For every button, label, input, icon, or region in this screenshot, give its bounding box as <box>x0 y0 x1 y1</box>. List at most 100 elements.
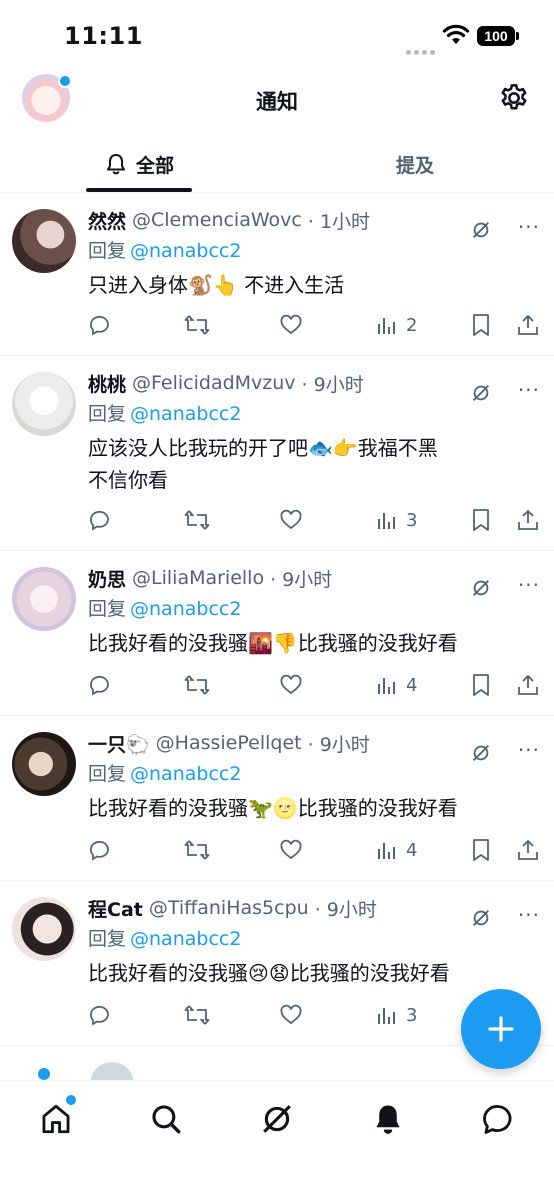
views-icon <box>378 513 395 529</box>
retweet-button[interactable] <box>184 836 210 864</box>
nav-notifications[interactable] <box>368 1099 408 1139</box>
tab-mentions-label: 提及 <box>395 154 434 177</box>
avatar[interactable] <box>12 732 76 796</box>
avatar[interactable] <box>12 897 76 961</box>
reply-to-link[interactable]: @nanabcc2 <box>130 240 241 262</box>
reply-button[interactable] <box>88 1001 112 1029</box>
views-button[interactable]: 3 <box>376 1001 417 1029</box>
grok-icon[interactable] <box>470 742 492 764</box>
retweet-button[interactable] <box>184 1001 210 1029</box>
home-icon <box>42 1104 70 1134</box>
bookmark-icon <box>473 839 489 861</box>
post-text: 比我好看的没我骚🌇👎比我骚的没我好看 <box>88 631 458 655</box>
bookmark-icon <box>473 509 489 531</box>
bell-icon <box>376 1105 400 1134</box>
like-icon <box>280 509 302 530</box>
retweet-button[interactable] <box>184 311 210 339</box>
views-button[interactable]: 4 <box>376 671 417 699</box>
views-button[interactable]: 2 <box>376 311 417 339</box>
bookmark-button[interactable] <box>470 506 492 534</box>
reply-button[interactable] <box>88 311 112 339</box>
views-count: 4 <box>406 839 418 861</box>
user-name[interactable]: 奶思 <box>88 565 126 592</box>
more-options-icon[interactable]: ··· <box>518 573 540 597</box>
share-button[interactable] <box>516 311 540 339</box>
like-button[interactable] <box>278 311 304 339</box>
like-button[interactable] <box>278 836 304 864</box>
post-time: · 9小时 <box>301 373 364 396</box>
share-button[interactable] <box>516 671 540 699</box>
tab-mentions[interactable]: 提及 <box>360 136 470 192</box>
grok-icon <box>263 1105 291 1133</box>
status-bar: 11:11 100 <box>0 0 554 72</box>
reply-icon <box>90 675 109 696</box>
compose-button[interactable] <box>461 989 541 1069</box>
post-time: · 9小时 <box>307 733 370 756</box>
nav-grok[interactable] <box>257 1099 297 1139</box>
reply-button[interactable] <box>88 671 112 699</box>
reply-icon <box>90 315 109 336</box>
reply-icon <box>90 510 109 531</box>
reply-to-link[interactable]: @nanabcc2 <box>130 598 241 620</box>
like-button[interactable] <box>278 1001 304 1029</box>
bookmark-button[interactable] <box>470 671 492 699</box>
more-options-icon[interactable]: ··· <box>518 738 540 762</box>
bookmark-button[interactable] <box>470 311 492 339</box>
grok-icon[interactable] <box>470 577 492 599</box>
like-icon <box>280 1004 302 1025</box>
retweet-button[interactable] <box>184 506 210 534</box>
nav-search[interactable] <box>146 1099 186 1139</box>
user-name[interactable]: 程Cat <box>88 895 143 922</box>
grok-icon[interactable] <box>470 382 492 404</box>
avatar[interactable] <box>12 372 76 436</box>
views-count: 3 <box>406 1004 418 1026</box>
like-button[interactable] <box>278 506 304 534</box>
reply-to-link[interactable]: @nanabcc2 <box>130 928 241 950</box>
home-unread-dot <box>64 1093 78 1107</box>
gear-icon[interactable] <box>498 82 530 114</box>
nav-messages[interactable] <box>478 1099 518 1139</box>
views-icon <box>378 678 395 694</box>
like-icon <box>280 674 302 695</box>
user-handle: @TiffaniHas5cpu <box>148 897 309 919</box>
retweet-button[interactable] <box>184 671 210 699</box>
user-name[interactable]: 桃桃 <box>88 370 126 397</box>
more-options-icon[interactable]: ··· <box>518 215 540 239</box>
reply-to-link[interactable]: @nanabcc2 <box>130 403 241 425</box>
list-item[interactable]: 桃桃 @FelicidadMvzuv · 9小时 ··· 回复 @nanabcc2… <box>0 356 554 551</box>
reply-to-link[interactable]: @nanabcc2 <box>130 763 241 785</box>
list-item[interactable]: 一只🐑 @HassiePellqet · 9小时 ··· 回复 @nanabcc2… <box>0 716 554 881</box>
more-options-icon[interactable]: ··· <box>518 903 540 927</box>
post-text: 应该没人比我玩的开了吧🐟👉我福不黑 不信你看 <box>88 436 438 492</box>
share-button[interactable] <box>516 836 540 864</box>
top-header: 通知 <box>0 72 554 128</box>
reply-button[interactable] <box>88 506 112 534</box>
more-options-icon[interactable]: ··· <box>518 378 540 402</box>
search-icon <box>152 1105 181 1134</box>
user-name[interactable]: 然然 <box>88 207 126 234</box>
like-button[interactable] <box>278 671 304 699</box>
user-name[interactable]: 一只🐑 <box>88 730 150 757</box>
retweet-icon <box>184 840 210 860</box>
reply-button[interactable] <box>88 836 112 864</box>
post-time: · 9小时 <box>314 898 377 921</box>
retweet-icon <box>184 315 210 335</box>
bookmark-button[interactable] <box>470 836 492 864</box>
avatar[interactable] <box>12 567 76 631</box>
grok-icon[interactable] <box>470 219 492 241</box>
share-icon <box>518 675 538 695</box>
tab-active-indicator <box>86 188 192 192</box>
share-button[interactable] <box>516 506 540 534</box>
tab-all[interactable]: 全部 <box>86 136 192 192</box>
views-button[interactable]: 3 <box>376 506 417 534</box>
post-text: 比我好看的没我骚😢😧比我骚的没我好看 <box>88 961 450 985</box>
retweet-icon <box>184 675 210 695</box>
grok-icon[interactable] <box>470 907 492 929</box>
user-handle: @HassiePellqet <box>155 732 302 754</box>
avatar[interactable] <box>12 209 76 273</box>
views-count: 3 <box>406 509 418 531</box>
views-button[interactable]: 4 <box>376 836 417 864</box>
notification-tabs: 全部 提及 <box>0 136 554 193</box>
list-item[interactable]: 然然 @ClemenciaWovc · 1小时 ··· 回复 @nanabcc2 … <box>0 193 554 356</box>
list-item[interactable]: 奶思 @LiliaMariello · 9小时 ··· 回复 @nanabcc2 … <box>0 551 554 716</box>
